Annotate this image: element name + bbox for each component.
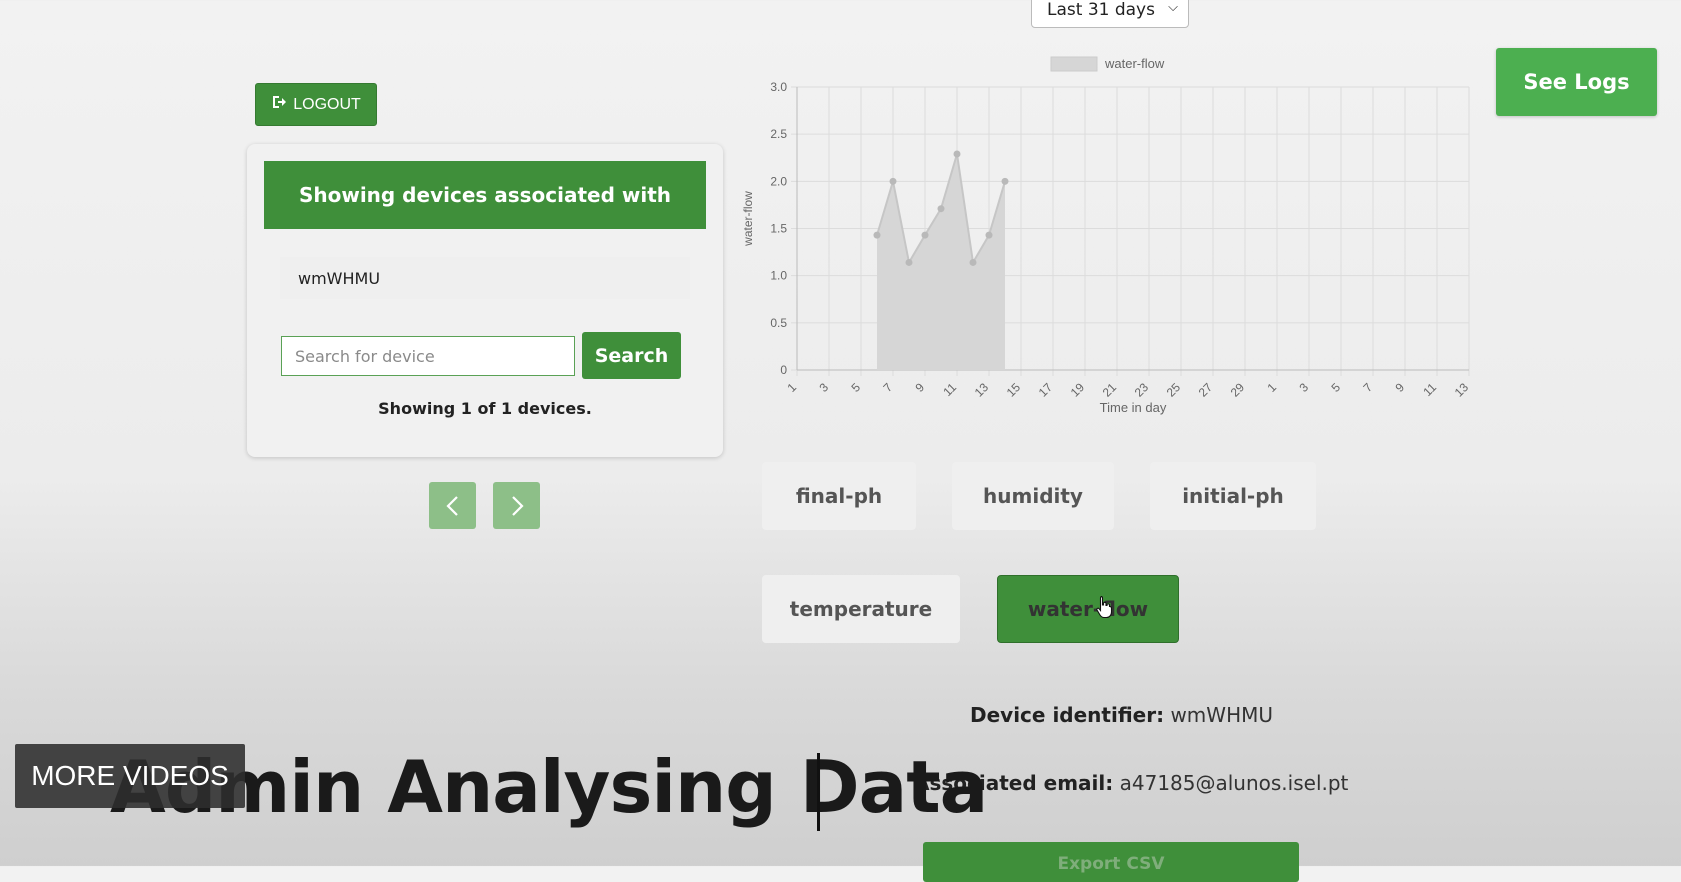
x-tick-label: 11 [1420,380,1439,399]
x-tick-label: 23 [1132,380,1152,400]
metric-initial-ph-button[interactable]: initial-ph [1150,462,1316,530]
export-csv-button[interactable]: Export CSV [923,842,1299,882]
x-tick-label: 27 [1196,380,1216,400]
x-tick-label: 9 [912,380,927,395]
search-button[interactable]: Search [582,332,681,379]
metric-water-flow-button[interactable]: water-flow [997,575,1179,643]
device-id: wmWHMU [298,268,381,288]
devices-count-text: Showing 1 of 1 devices. [378,399,592,418]
x-tick-label: 17 [1036,380,1056,400]
date-range-select[interactable]: Last 31 days ⌵ [1031,0,1189,28]
logout-button[interactable]: LOGOUT [255,83,377,126]
device-list-item[interactable]: wmWHMU [280,257,690,299]
x-tick-label: 25 [1164,380,1184,400]
chart-svg: 00.51.01.52.02.53.01 3 5 7 9 11 13 15 17 19 21 23 25… [741,56,1472,415]
hand-cursor-icon [1096,595,1112,619]
y-tick-label: 0 [780,363,787,377]
associated-email-value: a47185@alunos.isel.pt [1119,771,1349,795]
device-identifier-line: Device identifier: wmWHMU [970,703,1273,727]
data-point [953,150,961,158]
x-tick-label: 1 [1264,380,1279,395]
data-point [969,258,977,266]
device-panel-header: Showing devices associated with [264,161,706,229]
y-tick-label: 0.5 [770,316,787,330]
more-videos-button[interactable]: MORE VIDEOS [15,744,245,808]
legend-label: water-flow [1104,56,1165,71]
x-tick-label: 7 [880,380,895,395]
x-tick-label: 11 [940,380,959,399]
x-tick-label: 7 [1360,380,1375,395]
y-tick-label: 2.0 [770,174,787,188]
x-tick-label: 5 [1328,380,1343,395]
device-search-input[interactable] [281,336,575,376]
data-point [889,177,897,185]
data-point [937,205,945,213]
x-tick-label: 13 [1452,380,1472,400]
metric-final-ph-button[interactable]: final-ph [762,462,916,530]
x-tick-label: 3 [816,380,831,395]
legend-swatch [1050,56,1098,72]
x-tick-label: 5 [848,380,863,395]
data-point [921,231,929,239]
chevron-left-icon [445,495,458,516]
y-tick-label: 2.5 [770,127,787,141]
see-logs-button[interactable]: See Logs [1496,48,1657,116]
x-axis-title: Time in day [1100,400,1167,415]
metric-temperature-button[interactable]: temperature [762,575,960,643]
device-identifier-value: wmWHMU [1170,703,1274,727]
y-tick-label: 3.0 [770,80,787,94]
x-tick-label: 19 [1068,380,1088,400]
date-range-value: Last 31 days [1047,0,1155,20]
next-page-button[interactable] [493,482,540,529]
text-caret [817,753,820,831]
data-point [873,231,881,239]
x-tick-label: 29 [1228,380,1248,400]
metric-humidity-button[interactable]: humidity [952,462,1114,530]
y-tick-label: 1.5 [770,222,787,236]
sign-out-icon [271,94,287,115]
y-axis-title: water-flow [741,191,755,247]
data-point [1001,177,1009,185]
x-tick-label: 3 [1296,380,1311,395]
x-tick-label: 1 [784,380,799,395]
data-point [985,231,993,239]
y-tick-label: 1.0 [770,269,787,283]
chevron-right-icon [511,495,524,516]
water-flow-area [877,153,1005,370]
x-tick-label: 15 [1004,380,1024,400]
x-tick-label: 13 [972,380,992,400]
chevron-down-icon: ⌵ [1168,0,1178,15]
previous-page-button[interactable] [429,482,476,529]
x-tick-label: 9 [1392,380,1407,395]
logout-label: LOGOUT [293,95,361,113]
water-flow-chart: 0 0.5 1.0 1.5 2.0 2.5 3.0 1 3 5 7 9 11 13 15 17 19 21 23 25… [735,50,1495,430]
data-point [905,258,913,266]
x-tick-label: 21 [1100,380,1120,400]
device-identifier-label: Device identifier: [970,703,1165,727]
